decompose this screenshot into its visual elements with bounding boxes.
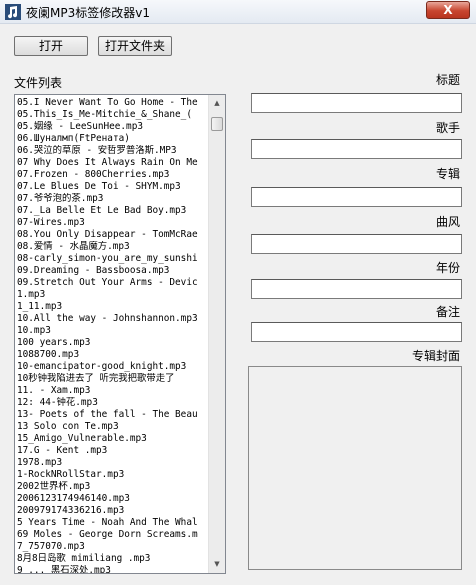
list-item[interactable]: 07.爷爷泡的茶.mp3 <box>17 193 209 205</box>
title-field[interactable] <box>251 93 462 113</box>
list-item[interactable]: 2002世界杯.mp3 <box>17 481 209 493</box>
scroll-down-arrow-icon[interactable]: ▼ <box>209 556 225 573</box>
album-field[interactable] <box>251 187 462 207</box>
file-list-label: 文件列表 <box>14 76 63 90</box>
open-folder-button[interactable]: 打开文件夹 <box>98 36 172 56</box>
list-item[interactable]: 05.I Never Want To Go Home - The <box>17 97 209 109</box>
list-item[interactable]: 06.哭泣的草原 - 安哲罗普洛斯.MP3 <box>17 145 209 157</box>
list-item[interactable]: 07.Frozen - 800Cherries.mp3 <box>17 169 209 181</box>
comment-input[interactable] <box>252 323 461 341</box>
list-item[interactable]: 1-RockNRollStar.mp3 <box>17 469 209 481</box>
list-item[interactable]: 07-Wires.mp3 <box>17 217 209 229</box>
artist-field[interactable] <box>251 139 462 159</box>
list-item[interactable]: 2006123174946140.mp3 <box>17 493 209 505</box>
list-item[interactable]: 17.G - Kent .mp3 <box>17 445 209 457</box>
list-item[interactable]: 9 ... 黑石深处.mp3 <box>17 565 209 573</box>
list-item[interactable]: 5 Years Time - Noah And The Whal <box>17 517 209 529</box>
list-item[interactable]: 13- Poets of the fall - The Beau <box>17 409 209 421</box>
list-item[interactable]: 10.mp3 <box>17 325 209 337</box>
music-note-icon <box>5 4 21 20</box>
list-item[interactable]: 08.爱情 - 水晶魔方.mp3 <box>17 241 209 253</box>
album-label: 专辑 <box>436 167 461 181</box>
list-item[interactable]: 06.Шуналмп(FtPенатa) <box>17 133 209 145</box>
window-title: 夜阑MP3标签修改器v1 <box>26 6 150 20</box>
list-item[interactable]: 13 Solo con Te.mp3 <box>17 421 209 433</box>
list-item[interactable]: 100 years.mp3 <box>17 337 209 349</box>
list-item[interactable]: 200979174336216.mp3 <box>17 505 209 517</box>
artist-input[interactable] <box>252 140 461 158</box>
comment-label: 备注 <box>436 305 461 319</box>
list-item[interactable]: 8月8日岛歌 mimiliang .mp3 <box>17 553 209 565</box>
list-item[interactable]: 1978.mp3 <box>17 457 209 469</box>
list-item[interactable]: 1.mp3 <box>17 289 209 301</box>
album-input[interactable] <box>252 188 461 206</box>
list-item[interactable]: 10-emancipator-good_knight.mp3 <box>17 361 209 373</box>
list-item[interactable]: 07.Le Blues De Toi - SHYM.mp3 <box>17 181 209 193</box>
genre-label: 曲风 <box>436 215 461 229</box>
list-item[interactable]: 05.This_Is_Me-Mitchie_&_Shane_( <box>17 109 209 121</box>
list-item[interactable]: 10.All the way - Johnshannon.mp3 <box>17 313 209 325</box>
list-item[interactable]: 15_Amigo_Vulnerable.mp3 <box>17 433 209 445</box>
file-list[interactable]: 05.I Never Want To Go Home - The 05.This_… <box>14 94 226 574</box>
list-item[interactable]: 07._La Belle Et Le Bad Boy.mp3 <box>17 205 209 217</box>
open-button[interactable]: 打开 <box>14 36 88 56</box>
list-item[interactable]: 08.You Only Disappear - TomMcRae <box>17 229 209 241</box>
year-field[interactable] <box>251 279 462 299</box>
list-item[interactable]: 10秒钟我陷进去了 听完我把歌带走了 <box>17 373 209 385</box>
cover-label: 专辑封面 <box>412 349 461 363</box>
list-item[interactable]: 09.Dreaming - Bassboosa.mp3 <box>17 265 209 277</box>
title-label: 标题 <box>436 73 461 87</box>
year-label: 年份 <box>436 261 461 275</box>
scrollbar-thumb[interactable] <box>211 117 223 131</box>
list-item[interactable]: 1_11.mp3 <box>17 301 209 313</box>
year-input[interactable] <box>252 280 461 298</box>
list-item[interactable]: 12: 44-钟花.mp3 <box>17 397 209 409</box>
comment-field[interactable] <box>251 322 462 342</box>
file-list-items: 05.I Never Want To Go Home - The 05.This_… <box>17 97 209 573</box>
genre-input[interactable] <box>252 235 461 253</box>
list-item[interactable]: 05.姻缘 - LeeSunHee.mp3 <box>17 121 209 133</box>
list-item[interactable]: 08-carly_simon-you_are_my_sunshi <box>17 253 209 265</box>
scroll-up-arrow-icon[interactable]: ▲ <box>209 95 225 112</box>
file-list-scrollbar[interactable]: ▲ ▼ <box>208 95 225 573</box>
list-item[interactable]: 7_757070.mp3 <box>17 541 209 553</box>
album-cover-box[interactable] <box>248 366 462 570</box>
list-item[interactable]: 09.Stretch Out Your Arms - Devic <box>17 277 209 289</box>
genre-field[interactable] <box>251 234 462 254</box>
artist-label: 歌手 <box>436 121 461 135</box>
list-item[interactable]: 69 Moles - George Dorn Screams.m <box>17 529 209 541</box>
title-bar: 夜阑MP3标签修改器v1 X <box>0 0 476 24</box>
list-item[interactable]: 07 Why Does It Always Rain On Me <box>17 157 209 169</box>
close-button[interactable]: X <box>426 1 470 19</box>
title-input[interactable] <box>252 94 461 112</box>
list-item[interactable]: 11. - Xam.mp3 <box>17 385 209 397</box>
list-item[interactable]: 1088700.mp3 <box>17 349 209 361</box>
